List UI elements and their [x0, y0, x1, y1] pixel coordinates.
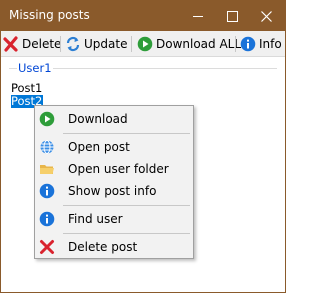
minimize-button[interactable] [181, 1, 215, 31]
blue-info-icon [39, 211, 55, 227]
globe-icon [40, 140, 54, 154]
delete-button[interactable]: Delete [3, 34, 61, 53]
list-item[interactable]: Post1 [11, 81, 42, 95]
minimize-icon [193, 15, 203, 17]
red-x-icon [3, 35, 18, 52]
toolbar: Delete Update Download ALL Info [1, 31, 285, 57]
menu-item-label: Open user folder [68, 162, 169, 176]
menu-item-open-user-folder[interactable]: Open user folder [35, 158, 193, 180]
toolbar-separator [60, 36, 61, 52]
toolbar-separator [235, 36, 236, 52]
update-button[interactable]: Update [65, 34, 127, 53]
folder-icon [40, 165, 54, 174]
menu-separator [63, 133, 190, 134]
red-x-icon [40, 240, 54, 254]
missing-posts-window: Missing posts Delete Update Download ALL… [0, 0, 286, 293]
blue-info-icon [39, 183, 55, 199]
close-button[interactable] [249, 1, 283, 31]
blue-info-icon [240, 36, 256, 51]
menu-item-find-user[interactable]: Find user [35, 208, 193, 230]
maximize-button[interactable] [215, 1, 249, 31]
menu-separator [63, 205, 190, 206]
menu-separator [63, 233, 190, 234]
green-play-icon [39, 111, 55, 127]
title-bar[interactable]: Missing posts [1, 1, 285, 31]
info-label: Info [259, 36, 282, 51]
context-menu: Download Open post Open user folder Show… [34, 105, 194, 259]
delete-label: Delete [22, 36, 62, 51]
download-all-button[interactable]: Download ALL [137, 34, 241, 53]
menu-item-label: Download [68, 112, 128, 126]
menu-item-delete-post[interactable]: Delete post [35, 236, 193, 258]
green-play-icon [137, 36, 153, 51]
download-all-label: Download ALL [156, 36, 242, 51]
menu-item-label: Show post info [68, 184, 157, 198]
maximize-icon [226, 10, 238, 22]
window-title: Missing posts [9, 8, 90, 22]
refresh-arrows-icon [66, 36, 80, 51]
info-button[interactable]: Info [240, 34, 282, 53]
menu-item-download[interactable]: Download [35, 108, 193, 130]
close-icon [260, 10, 272, 22]
menu-item-label: Open post [68, 140, 130, 154]
toolbar-separator [131, 36, 132, 52]
menu-item-show-post-info[interactable]: Show post info [35, 180, 193, 202]
group-header-user1: User1 [17, 61, 53, 75]
menu-item-open-post[interactable]: Open post [35, 136, 193, 158]
update-label: Update [84, 36, 128, 51]
menu-item-label: Delete post [68, 240, 138, 254]
menu-item-label: Find user [68, 212, 123, 226]
